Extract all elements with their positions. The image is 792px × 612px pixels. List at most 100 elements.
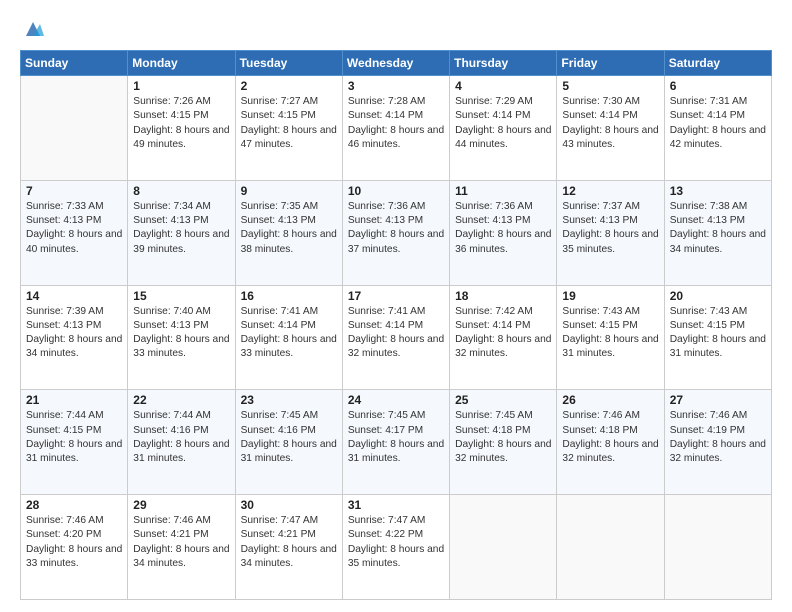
calendar-cell: 27 Sunrise: 7:46 AMSunset: 4:19 PMDayligh… [664, 390, 771, 495]
calendar-cell: 13Sunrise: 7:38 AMSunset: 4:13 PMDayligh… [664, 180, 771, 285]
day-number: 4 [455, 79, 551, 93]
day-detail: Sunrise: 7:45 AMSunset: 4:17 PMDaylight:… [348, 409, 444, 466]
day-detail: Sunrise: 7:26 AMSunset: 4:15 PMDaylight:… [133, 95, 229, 152]
day-number: 13 [670, 184, 766, 198]
day-detail: Sunrise: 7:37 AMSunset: 4:13 PMDaylight:… [562, 200, 658, 257]
calendar-cell: 26 Sunrise: 7:46 AMSunset: 4:18 PMDayligh… [557, 390, 664, 495]
day-number: 16 [241, 289, 337, 303]
day-detail: Sunrise: 7:33 AMSunset: 4:13 PMDaylight:… [26, 200, 122, 257]
day-number: 23 [241, 393, 337, 407]
day-detail: Sunrise: 7:44 AMSunset: 4:15 PMDaylight:… [26, 409, 122, 466]
calendar-cell: 8 Sunrise: 7:34 AMSunset: 4:13 PMDaylight… [128, 180, 235, 285]
day-number: 8 [133, 184, 229, 198]
day-detail: Sunrise: 7:41 AMSunset: 4:14 PMDaylight:… [241, 305, 337, 362]
day-detail: Sunrise: 7:39 AMSunset: 4:13 PMDaylight:… [26, 305, 122, 362]
day-number: 20 [670, 289, 766, 303]
calendar-cell: 23 Sunrise: 7:45 AMSunset: 4:16 PMDayligh… [235, 390, 342, 495]
calendar-cell: 31Sunrise: 7:47 AMSunset: 4:22 PMDayligh… [342, 495, 449, 600]
day-detail: Sunrise: 7:47 AMSunset: 4:21 PMDaylight:… [241, 514, 337, 571]
day-number: 12 [562, 184, 658, 198]
day-detail: Sunrise: 7:27 AMSunset: 4:15 PMDaylight:… [241, 95, 337, 152]
day-detail: Sunrise: 7:36 AMSunset: 4:13 PMDaylight:… [348, 200, 444, 257]
calendar-cell: 14 Sunrise: 7:39 AMSunset: 4:13 PMDayligh… [21, 285, 128, 390]
day-number: 17 [348, 289, 444, 303]
calendar-cell: 30 Sunrise: 7:47 AMSunset: 4:21 PMDayligh… [235, 495, 342, 600]
day-number: 26 [562, 393, 658, 407]
calendar-cell: 3 Sunrise: 7:28 AMSunset: 4:14 PMDaylight… [342, 76, 449, 181]
calendar-cell: 9 Sunrise: 7:35 AMSunset: 4:13 PMDaylight… [235, 180, 342, 285]
calendar-cell: 4 Sunrise: 7:29 AMSunset: 4:14 PMDaylight… [450, 76, 557, 181]
calendar-week-row: 28 Sunrise: 7:46 AMSunset: 4:20 PMDayligh… [21, 495, 772, 600]
day-detail: Sunrise: 7:46 AMSunset: 4:19 PMDaylight:… [670, 409, 766, 466]
day-detail: Sunrise: 7:41 AMSunset: 4:14 PMDaylight:… [348, 305, 444, 362]
day-detail: Sunrise: 7:29 AMSunset: 4:14 PMDaylight:… [455, 95, 551, 152]
day-number: 21 [26, 393, 122, 407]
calendar-cell: 21 Sunrise: 7:44 AMSunset: 4:15 PMDayligh… [21, 390, 128, 495]
day-detail: Sunrise: 7:31 AMSunset: 4:14 PMDaylight:… [670, 95, 766, 152]
calendar-cell [21, 76, 128, 181]
calendar-cell: 11Sunrise: 7:36 AMSunset: 4:13 PMDayligh… [450, 180, 557, 285]
day-detail: Sunrise: 7:34 AMSunset: 4:13 PMDaylight:… [133, 200, 229, 257]
calendar-cell [557, 495, 664, 600]
calendar-cell: 12 Sunrise: 7:37 AMSunset: 4:13 PMDayligh… [557, 180, 664, 285]
day-detail: Sunrise: 7:43 AMSunset: 4:15 PMDaylight:… [670, 305, 766, 362]
day-number: 10 [348, 184, 444, 198]
day-number: 28 [26, 498, 122, 512]
day-detail: Sunrise: 7:42 AMSunset: 4:14 PMDaylight:… [455, 305, 551, 362]
weekday-header: Wednesday [342, 51, 449, 76]
calendar-cell: 24Sunrise: 7:45 AMSunset: 4:17 PMDayligh… [342, 390, 449, 495]
day-number: 27 [670, 393, 766, 407]
calendar-week-row: 7 Sunrise: 7:33 AMSunset: 4:13 PMDaylight… [21, 180, 772, 285]
calendar-cell: 15Sunrise: 7:40 AMSunset: 4:13 PMDayligh… [128, 285, 235, 390]
day-detail: Sunrise: 7:46 AMSunset: 4:21 PMDaylight:… [133, 514, 229, 571]
calendar-week-row: 14 Sunrise: 7:39 AMSunset: 4:13 PMDayligh… [21, 285, 772, 390]
calendar-cell: 5Sunrise: 7:30 AMSunset: 4:14 PMDaylight… [557, 76, 664, 181]
weekday-header: Sunday [21, 51, 128, 76]
calendar-cell: 20 Sunrise: 7:43 AMSunset: 4:15 PMDayligh… [664, 285, 771, 390]
day-number: 29 [133, 498, 229, 512]
day-number: 30 [241, 498, 337, 512]
calendar-cell: 25Sunrise: 7:45 AMSunset: 4:18 PMDayligh… [450, 390, 557, 495]
day-detail: Sunrise: 7:44 AMSunset: 4:16 PMDaylight:… [133, 409, 229, 466]
weekday-header: Tuesday [235, 51, 342, 76]
calendar-cell [450, 495, 557, 600]
page: SundayMondayTuesdayWednesdayThursdayFrid… [0, 0, 792, 612]
day-detail: Sunrise: 7:36 AMSunset: 4:13 PMDaylight:… [455, 200, 551, 257]
day-number: 3 [348, 79, 444, 93]
day-detail: Sunrise: 7:46 AMSunset: 4:20 PMDaylight:… [26, 514, 122, 571]
day-number: 6 [670, 79, 766, 93]
day-detail: Sunrise: 7:30 AMSunset: 4:14 PMDaylight:… [562, 95, 658, 152]
calendar-cell: 22 Sunrise: 7:44 AMSunset: 4:16 PMDayligh… [128, 390, 235, 495]
calendar-cell: 29 Sunrise: 7:46 AMSunset: 4:21 PMDayligh… [128, 495, 235, 600]
day-number: 19 [562, 289, 658, 303]
day-detail: Sunrise: 7:40 AMSunset: 4:13 PMDaylight:… [133, 305, 229, 362]
day-detail: Sunrise: 7:43 AMSunset: 4:15 PMDaylight:… [562, 305, 658, 362]
calendar-cell: 17 Sunrise: 7:41 AMSunset: 4:14 PMDayligh… [342, 285, 449, 390]
calendar-cell: 28 Sunrise: 7:46 AMSunset: 4:20 PMDayligh… [21, 495, 128, 600]
day-number: 14 [26, 289, 122, 303]
calendar-cell: 7 Sunrise: 7:33 AMSunset: 4:13 PMDaylight… [21, 180, 128, 285]
day-number: 1 [133, 79, 229, 93]
weekday-header: Thursday [450, 51, 557, 76]
day-number: 25 [455, 393, 551, 407]
weekday-header: Friday [557, 51, 664, 76]
day-number: 18 [455, 289, 551, 303]
calendar-cell: 2 Sunrise: 7:27 AMSunset: 4:15 PMDaylight… [235, 76, 342, 181]
day-number: 2 [241, 79, 337, 93]
weekday-header: Monday [128, 51, 235, 76]
calendar-cell [664, 495, 771, 600]
day-detail: Sunrise: 7:45 AMSunset: 4:16 PMDaylight:… [241, 409, 337, 466]
header [20, 18, 772, 40]
day-detail: Sunrise: 7:28 AMSunset: 4:14 PMDaylight:… [348, 95, 444, 152]
calendar-week-row: 1 Sunrise: 7:26 AMSunset: 4:15 PMDaylight… [21, 76, 772, 181]
calendar-cell: 16 Sunrise: 7:41 AMSunset: 4:14 PMDayligh… [235, 285, 342, 390]
calendar-table: SundayMondayTuesdayWednesdayThursdayFrid… [20, 50, 772, 600]
day-number: 9 [241, 184, 337, 198]
day-number: 31 [348, 498, 444, 512]
day-number: 7 [26, 184, 122, 198]
calendar-cell: 19 Sunrise: 7:43 AMSunset: 4:15 PMDayligh… [557, 285, 664, 390]
day-detail: Sunrise: 7:35 AMSunset: 4:13 PMDaylight:… [241, 200, 337, 257]
calendar-cell: 10 Sunrise: 7:36 AMSunset: 4:13 PMDayligh… [342, 180, 449, 285]
day-detail: Sunrise: 7:46 AMSunset: 4:18 PMDaylight:… [562, 409, 658, 466]
day-number: 22 [133, 393, 229, 407]
